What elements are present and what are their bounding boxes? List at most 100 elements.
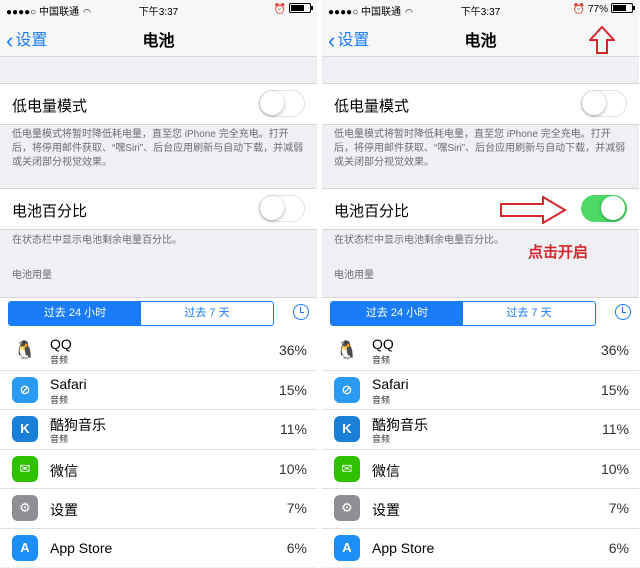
app-usage-percent: 15% xyxy=(600,381,629,398)
app-usage-type: 音频 xyxy=(372,355,391,365)
app-usage-percent: 36% xyxy=(278,342,307,358)
app-usage-row[interactable]: K 酷狗音乐 音频 11% xyxy=(0,409,317,449)
battery-icon xyxy=(611,3,635,13)
app-usage-row[interactable]: A App Store 6% xyxy=(322,527,639,568)
app-usage-percent: 11% xyxy=(280,421,307,437)
wechat-icon: ✉ xyxy=(334,455,360,482)
app-usage-percent: 15% xyxy=(278,381,307,398)
usage-toolbar: 过去 24 小时 过去 7 天 xyxy=(0,297,317,332)
segment-24h[interactable]: 过去 24 小时 xyxy=(9,302,141,325)
status-bar: ●●●●○ 中国联通 ◠ 下午3:37 ⏰ 77% xyxy=(322,0,639,18)
app-usage-row[interactable]: A App Store 6% xyxy=(0,527,317,568)
segment-24h[interactable]: 过去 24 小时 xyxy=(331,302,463,325)
battery-percentage-footnote: 在状态栏中显示电池剩余电量百分比。 xyxy=(12,235,182,246)
usage-toolbar: 过去 24 小时 过去 7 天 xyxy=(322,297,639,332)
app-name: Safari xyxy=(50,375,87,392)
segment-7d[interactable]: 过去 7 天 xyxy=(141,302,273,325)
battery-icon xyxy=(289,3,313,13)
appstore-icon: A xyxy=(334,534,360,561)
wechat-icon: ✉ xyxy=(12,455,38,482)
app-name: QQ xyxy=(372,336,394,352)
time-range-segmented-control: 过去 24 小时 过去 7 天 xyxy=(8,301,274,326)
app-name: Safari xyxy=(372,375,409,392)
clock-icon[interactable] xyxy=(293,304,309,320)
app-usage-percent: 11% xyxy=(602,421,629,437)
appstore-icon: A xyxy=(12,534,38,561)
app-usage-percent: 36% xyxy=(600,342,629,358)
app-name: 设置 xyxy=(372,502,400,518)
app-name: 设置 xyxy=(50,502,78,518)
app-usage-row[interactable]: K 酷狗音乐 音频 11% xyxy=(322,409,639,449)
segment-7d[interactable]: 过去 7 天 xyxy=(463,302,595,325)
right-screenshot: ●●●●○ 中国联通 ◠ 下午3:37 ⏰ 77% ‹ 设置 电池 低电量模式 低电… xyxy=(322,0,639,568)
red-arrow-up-icon xyxy=(589,26,615,54)
qq-penguin-icon: 🐧 xyxy=(12,337,38,363)
toggle-knob xyxy=(582,91,606,115)
status-right: ⏰ xyxy=(273,3,313,15)
status-bar: ●●●●○ 中国联通 ◠ 下午3:37 ⏰ xyxy=(0,0,317,18)
app-usage-type: 音频 xyxy=(50,355,69,365)
time-range-segmented-control: 过去 24 小时 过去 7 天 xyxy=(330,301,596,326)
app-usage-percent: 6% xyxy=(608,539,629,556)
app-usage-row[interactable]: ✉ 微信 10% xyxy=(0,448,317,489)
toggle-knob xyxy=(260,91,284,115)
app-name: 微信 xyxy=(372,462,400,479)
app-usage-type: 音频 xyxy=(50,394,69,405)
app-usage-row[interactable]: 🐧 QQ 音频 36% xyxy=(322,331,639,370)
app-usage-percent: 10% xyxy=(600,460,629,477)
app-name: App Store xyxy=(50,539,113,556)
low-power-toggle[interactable] xyxy=(581,90,627,117)
battery-percent-text: 77% xyxy=(587,4,608,15)
status-right: ⏰ 77% xyxy=(572,3,635,15)
battery-percentage-toggle[interactable] xyxy=(581,195,627,222)
app-usage-percent: 7% xyxy=(608,500,629,516)
usage-section-header: 电池用量 xyxy=(12,270,52,281)
toggle-knob xyxy=(260,196,284,220)
app-usage-row[interactable]: ⊘ Safari 音频 15% xyxy=(0,369,317,410)
app-usage-row[interactable]: ⊘ Safari 音频 15% xyxy=(322,369,639,410)
app-usage-row[interactable]: ⚙ 设置 7% xyxy=(322,488,639,528)
alarm-icon: ⏰ xyxy=(572,4,586,15)
battery-percentage-label: 电池百分比 xyxy=(12,203,88,220)
app-usage-type: 音频 xyxy=(50,434,69,444)
low-power-label: 低电量模式 xyxy=(334,98,410,115)
app-usage-row[interactable]: ✉ 微信 10% xyxy=(322,448,639,489)
kugou-icon: K xyxy=(334,416,360,442)
battery-percentage-label: 电池百分比 xyxy=(334,203,410,220)
low-power-footnote: 低电量模式将暂时降低耗电量，直至您 iPhone 完全充电。打开后，将停用邮件获… xyxy=(12,129,304,168)
battery-percentage-toggle[interactable] xyxy=(259,195,305,222)
qq-penguin-icon: 🐧 xyxy=(334,337,360,363)
low-power-toggle[interactable] xyxy=(259,90,305,117)
clock-icon[interactable] xyxy=(615,304,631,320)
left-screenshot: ●●●●○ 中国联通 ◠ 下午3:37 ⏰ ‹ 设置 电池 低电量模式 低电量模式将… xyxy=(0,0,317,568)
app-usage-row[interactable]: 🐧 QQ 音频 36% xyxy=(0,331,317,370)
safari-compass-icon: ⊘ xyxy=(334,376,360,403)
status-time: 下午3:37 xyxy=(138,7,179,18)
low-power-footnote: 低电量模式将暂时降低耗电量，直至您 iPhone 完全充电。打开后，将停用邮件获… xyxy=(334,129,626,168)
battery-percentage-cell: 电池百分比 xyxy=(322,188,639,230)
low-power-cell: 低电量模式 xyxy=(322,83,639,125)
app-name: 微信 xyxy=(50,462,78,479)
toggle-knob xyxy=(601,196,625,220)
app-usage-type: 音频 xyxy=(372,394,391,405)
navigation-bar: ‹ 设置 电池 xyxy=(0,18,317,57)
usage-section-header: 电池用量 xyxy=(334,270,374,281)
app-usage-percent: 10% xyxy=(278,460,307,477)
app-usage-row[interactable]: ⚙ 设置 7% xyxy=(0,488,317,528)
app-name: App Store xyxy=(372,539,435,556)
settings-gear-icon: ⚙ xyxy=(12,495,38,521)
app-usage-percent: 6% xyxy=(286,539,307,556)
low-power-cell: 低电量模式 xyxy=(0,83,317,125)
app-name: QQ xyxy=(50,336,72,352)
page-title: 电池 xyxy=(142,33,175,50)
app-usage-type: 音频 xyxy=(372,434,391,444)
battery-percentage-cell: 电池百分比 xyxy=(0,188,317,230)
safari-compass-icon: ⊘ xyxy=(12,376,38,403)
kugou-icon: K xyxy=(12,416,38,442)
red-arrow-right-icon xyxy=(500,196,567,224)
app-usage-list: 🐧 QQ 音频 36% ⊘ Safari 音频 15% K 酷狗音乐 音频 11% ✉ 微信 10% ⚙ 设置 7… xyxy=(322,331,639,567)
alarm-icon: ⏰ xyxy=(273,4,286,15)
annotation-tap-to-enable: 点击开启 xyxy=(528,244,589,261)
settings-gear-icon: ⚙ xyxy=(334,495,360,521)
app-usage-list: 🐧 QQ 音频 36% ⊘ Safari 音频 15% K 酷狗音乐 音频 11% ✉ 微信 10% ⚙ 设置 7… xyxy=(0,331,317,567)
